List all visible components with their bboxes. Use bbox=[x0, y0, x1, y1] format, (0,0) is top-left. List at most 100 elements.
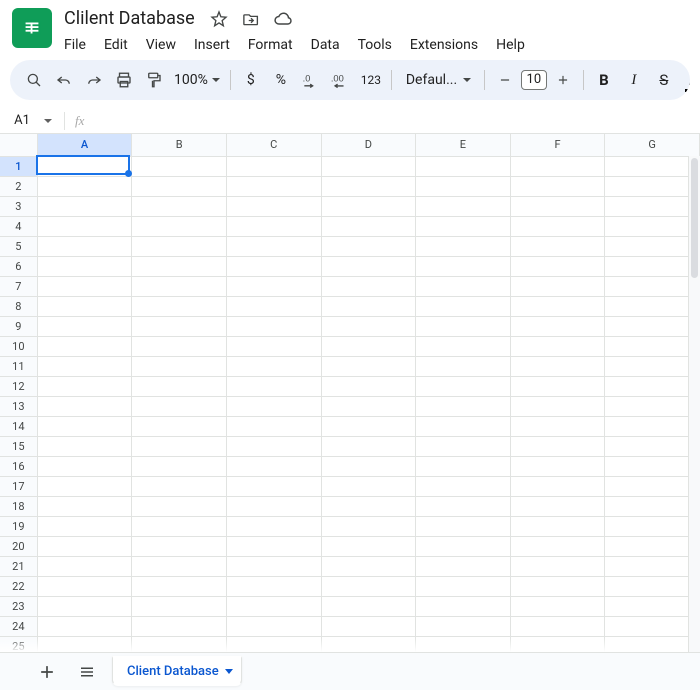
cell[interactable] bbox=[37, 616, 132, 636]
cell[interactable] bbox=[132, 576, 227, 596]
row-header[interactable]: 20 bbox=[0, 536, 37, 556]
cell[interactable] bbox=[132, 496, 227, 516]
cell[interactable] bbox=[226, 536, 321, 556]
cell[interactable] bbox=[416, 256, 511, 276]
cell[interactable] bbox=[416, 296, 511, 316]
move-to-folder-icon[interactable] bbox=[239, 7, 263, 31]
fill-handle[interactable] bbox=[125, 170, 132, 177]
cell[interactable] bbox=[510, 436, 605, 456]
cell[interactable] bbox=[321, 476, 416, 496]
cell[interactable] bbox=[510, 376, 605, 396]
cell[interactable] bbox=[226, 516, 321, 536]
select-all-corner[interactable] bbox=[0, 134, 37, 156]
cell[interactable] bbox=[416, 616, 511, 636]
cell[interactable] bbox=[321, 256, 416, 276]
cell[interactable] bbox=[226, 156, 321, 176]
cell[interactable] bbox=[321, 216, 416, 236]
cell[interactable] bbox=[510, 236, 605, 256]
cell[interactable] bbox=[226, 176, 321, 196]
cell[interactable] bbox=[605, 576, 700, 596]
cell[interactable] bbox=[416, 276, 511, 296]
cell[interactable] bbox=[321, 356, 416, 376]
cell[interactable] bbox=[132, 256, 227, 276]
cell[interactable] bbox=[605, 636, 700, 652]
cell[interactable] bbox=[37, 436, 132, 456]
cell[interactable] bbox=[226, 276, 321, 296]
decrease-decimal-button[interactable]: .0 bbox=[297, 66, 325, 94]
currency-button[interactable]: $ bbox=[237, 66, 265, 94]
row-header[interactable]: 11 bbox=[0, 356, 37, 376]
cell[interactable] bbox=[37, 496, 132, 516]
cell[interactable] bbox=[226, 396, 321, 416]
cell[interactable] bbox=[37, 316, 132, 336]
cell[interactable] bbox=[605, 516, 700, 536]
cell[interactable] bbox=[132, 236, 227, 256]
menu-format[interactable]: Format bbox=[240, 33, 301, 57]
cell[interactable] bbox=[37, 236, 132, 256]
cell[interactable] bbox=[132, 356, 227, 376]
cell[interactable] bbox=[321, 416, 416, 436]
cell[interactable] bbox=[605, 416, 700, 436]
cell[interactable] bbox=[226, 196, 321, 216]
cell[interactable] bbox=[132, 316, 227, 336]
sheets-logo[interactable] bbox=[12, 8, 52, 48]
cell[interactable] bbox=[321, 596, 416, 616]
cell[interactable] bbox=[416, 536, 511, 556]
cell[interactable] bbox=[226, 496, 321, 516]
cell[interactable] bbox=[510, 556, 605, 576]
text-color-button[interactable]: A bbox=[680, 66, 690, 94]
cell[interactable] bbox=[605, 276, 700, 296]
cell[interactable] bbox=[605, 396, 700, 416]
row-header[interactable]: 23 bbox=[0, 596, 37, 616]
row-header[interactable]: 9 bbox=[0, 316, 37, 336]
cell[interactable] bbox=[416, 456, 511, 476]
cell[interactable] bbox=[132, 516, 227, 536]
cell[interactable] bbox=[321, 616, 416, 636]
cell[interactable] bbox=[132, 176, 227, 196]
cell[interactable] bbox=[510, 596, 605, 616]
row-header[interactable]: 22 bbox=[0, 576, 37, 596]
row-header[interactable]: 16 bbox=[0, 456, 37, 476]
cell[interactable] bbox=[605, 296, 700, 316]
print-button[interactable] bbox=[110, 66, 138, 94]
cell[interactable] bbox=[605, 476, 700, 496]
cell[interactable] bbox=[132, 636, 227, 652]
cell[interactable] bbox=[226, 416, 321, 436]
cell[interactable] bbox=[510, 256, 605, 276]
cell[interactable] bbox=[416, 236, 511, 256]
cell[interactable] bbox=[321, 576, 416, 596]
cell[interactable] bbox=[605, 536, 700, 556]
row-header[interactable]: 5 bbox=[0, 236, 37, 256]
cell[interactable] bbox=[605, 156, 700, 176]
percent-button[interactable]: % bbox=[267, 66, 295, 94]
cell[interactable] bbox=[226, 436, 321, 456]
sheet-tab-active[interactable]: Client Database bbox=[112, 656, 242, 686]
cell[interactable] bbox=[416, 396, 511, 416]
cell[interactable] bbox=[37, 356, 132, 376]
cell[interactable] bbox=[132, 436, 227, 456]
cell[interactable] bbox=[416, 216, 511, 236]
cell[interactable] bbox=[132, 596, 227, 616]
cell[interactable] bbox=[37, 336, 132, 356]
cell[interactable] bbox=[226, 556, 321, 576]
cell[interactable] bbox=[510, 516, 605, 536]
cell[interactable] bbox=[132, 376, 227, 396]
strikethrough-button[interactable]: S bbox=[650, 66, 678, 94]
menu-tools[interactable]: Tools bbox=[350, 33, 400, 57]
menu-data[interactable]: Data bbox=[303, 33, 348, 57]
cell[interactable] bbox=[416, 496, 511, 516]
cell[interactable] bbox=[510, 296, 605, 316]
redo-button[interactable] bbox=[80, 66, 108, 94]
font-size-input[interactable]: 10 bbox=[521, 70, 547, 90]
cell[interactable] bbox=[226, 296, 321, 316]
cell[interactable] bbox=[416, 436, 511, 456]
cell[interactable] bbox=[37, 576, 132, 596]
cell[interactable] bbox=[321, 276, 416, 296]
cell[interactable] bbox=[605, 496, 700, 516]
cell[interactable] bbox=[416, 596, 511, 616]
cell[interactable] bbox=[510, 616, 605, 636]
cell[interactable] bbox=[321, 196, 416, 216]
cell[interactable] bbox=[37, 536, 132, 556]
cell[interactable] bbox=[321, 396, 416, 416]
cell[interactable] bbox=[605, 356, 700, 376]
